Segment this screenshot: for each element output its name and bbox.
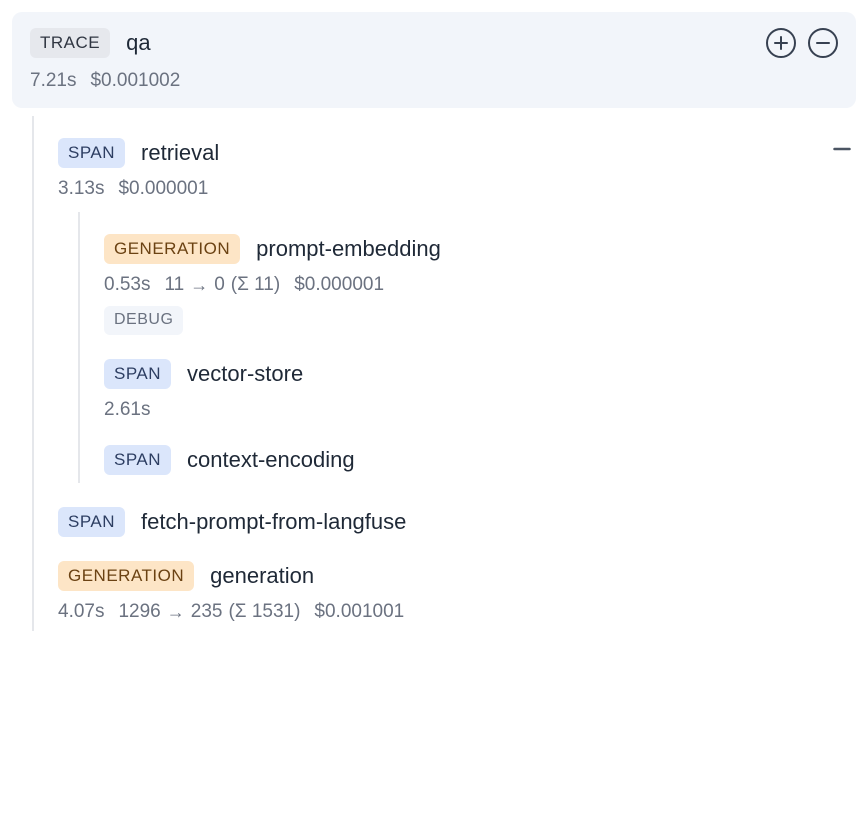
node-duration: 3.13s [58, 178, 104, 200]
node-head: SPAN vector-store [104, 359, 856, 389]
trace-tree-panel: TRACE qa 7.21s $0.001002 [0, 0, 868, 647]
node-head: SPAN retrieval [58, 138, 856, 168]
tree-node-prompt-embedding[interactable]: GENERATION prompt-embedding 0.53s 11 → 0… [104, 214, 856, 339]
node-head: SPAN context-encoding [104, 445, 856, 475]
tokens-out: 0 [214, 274, 225, 296]
node-title-prompt-embedding: prompt-embedding [256, 236, 441, 262]
node-title-retrieval: retrieval [141, 140, 219, 166]
minus-icon [832, 139, 852, 159]
node-title-fetch-prompt: fetch-prompt-from-langfuse [141, 509, 406, 535]
badge-span: SPAN [104, 359, 171, 389]
trace-header[interactable]: TRACE qa 7.21s $0.001002 [12, 12, 856, 108]
tokens-in: 1296 [118, 601, 160, 623]
retrieval-children: GENERATION prompt-embedding 0.53s 11 → 0… [78, 212, 856, 483]
node-extra-tags: DEBUG [104, 306, 856, 335]
minus-icon [815, 35, 831, 51]
tokens-sum: (Σ 11) [231, 274, 280, 296]
plus-icon [773, 35, 789, 51]
badge-span: SPAN [104, 445, 171, 475]
node-meta: 4.07s 1296 → 235 (Σ 1531) $0.001001 [58, 601, 856, 623]
tokens-out: 235 [191, 601, 223, 623]
tokens-in: 11 [164, 274, 184, 296]
node-cost: $0.000001 [118, 178, 208, 200]
node-cost: $0.001001 [314, 601, 404, 623]
arrow-right-icon: → [167, 602, 185, 623]
node-duration: 0.53s [104, 274, 150, 296]
tree-node-context-encoding[interactable]: SPAN context-encoding [104, 425, 856, 479]
node-cost: $0.000001 [294, 274, 384, 296]
tree-node-vector-store[interactable]: SPAN vector-store 2.61s [104, 339, 856, 425]
node-duration: 4.07s [58, 601, 104, 623]
node-meta: 2.61s [104, 399, 856, 421]
trace-cost: $0.001002 [90, 70, 180, 92]
tree-node-retrieval[interactable]: SPAN retrieval 3.13s $0.000001 [58, 118, 856, 487]
node-duration: 2.61s [104, 399, 150, 421]
arrow-right-icon: → [190, 275, 208, 296]
trace-duration: 7.21s [30, 70, 76, 92]
node-head: GENERATION prompt-embedding [104, 234, 856, 264]
badge-trace: TRACE [30, 28, 110, 58]
node-tokens: 1296 → 235 (Σ 1531) [118, 601, 300, 623]
badge-span: SPAN [58, 507, 125, 537]
collapse-all-button[interactable] [808, 28, 838, 58]
trace-actions [766, 28, 838, 58]
trace-header-row: TRACE qa [30, 28, 838, 58]
node-meta: 3.13s $0.000001 [58, 178, 856, 200]
node-title-vector-store: vector-store [187, 361, 303, 387]
trace-tree: SPAN retrieval 3.13s $0.000001 [12, 108, 856, 631]
node-meta: 0.53s 11 → 0 (Σ 11) $0.000001 [104, 274, 856, 296]
collapse-toggle[interactable] [828, 139, 856, 167]
trace-children: SPAN retrieval 3.13s $0.000001 [32, 116, 856, 631]
trace-meta: 7.21s $0.001002 [30, 70, 838, 92]
expand-all-button[interactable] [766, 28, 796, 58]
trace-title: qa [126, 30, 150, 56]
node-head: SPAN fetch-prompt-from-langfuse [58, 507, 856, 537]
badge-generation: GENERATION [58, 561, 194, 591]
badge-debug: DEBUG [104, 306, 183, 335]
node-title-context-encoding: context-encoding [187, 447, 355, 473]
node-head: GENERATION generation [58, 561, 856, 591]
tokens-sum: (Σ 1531) [228, 601, 300, 623]
badge-generation: GENERATION [104, 234, 240, 264]
tree-node-fetch-prompt[interactable]: SPAN fetch-prompt-from-langfuse [58, 487, 856, 541]
tree-node-generation[interactable]: GENERATION generation 4.07s 1296 → 235 (… [58, 541, 856, 627]
node-title-generation: generation [210, 563, 314, 589]
badge-span: SPAN [58, 138, 125, 168]
node-tokens: 11 → 0 (Σ 11) [164, 274, 280, 296]
